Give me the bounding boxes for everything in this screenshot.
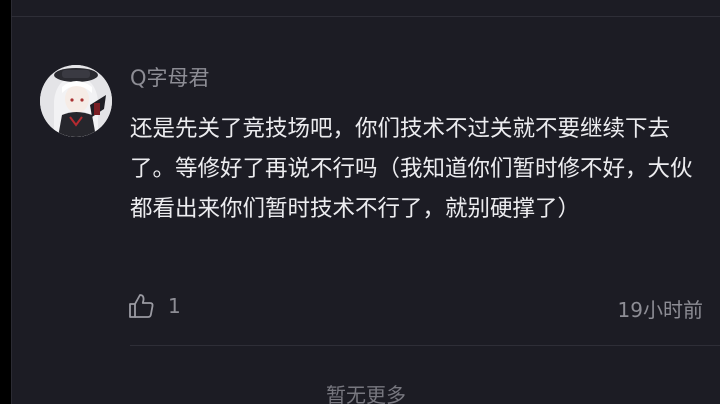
bottom-divider xyxy=(130,345,720,346)
no-more-text: 暂无更多 xyxy=(326,383,406,404)
like-button[interactable]: 1 xyxy=(126,290,181,322)
comment-time: 19小时前 xyxy=(617,298,703,322)
avatar-image xyxy=(40,65,112,137)
username[interactable]: Q字母君 xyxy=(130,64,210,92)
avatar[interactable] xyxy=(40,65,112,137)
top-divider xyxy=(11,16,720,17)
like-count: 1 xyxy=(168,294,181,318)
comment-screen: Q字母君 还是先关了竞技场吧，你们技术不过关就不要继续下去了。等修好了再说不行吗… xyxy=(0,0,720,404)
thumbs-up-icon xyxy=(129,294,154,318)
comment-text: 还是先关了竞技场吧，你们技术不过关就不要继续下去了。等修好了再说不行吗（我知道你… xyxy=(130,116,693,222)
